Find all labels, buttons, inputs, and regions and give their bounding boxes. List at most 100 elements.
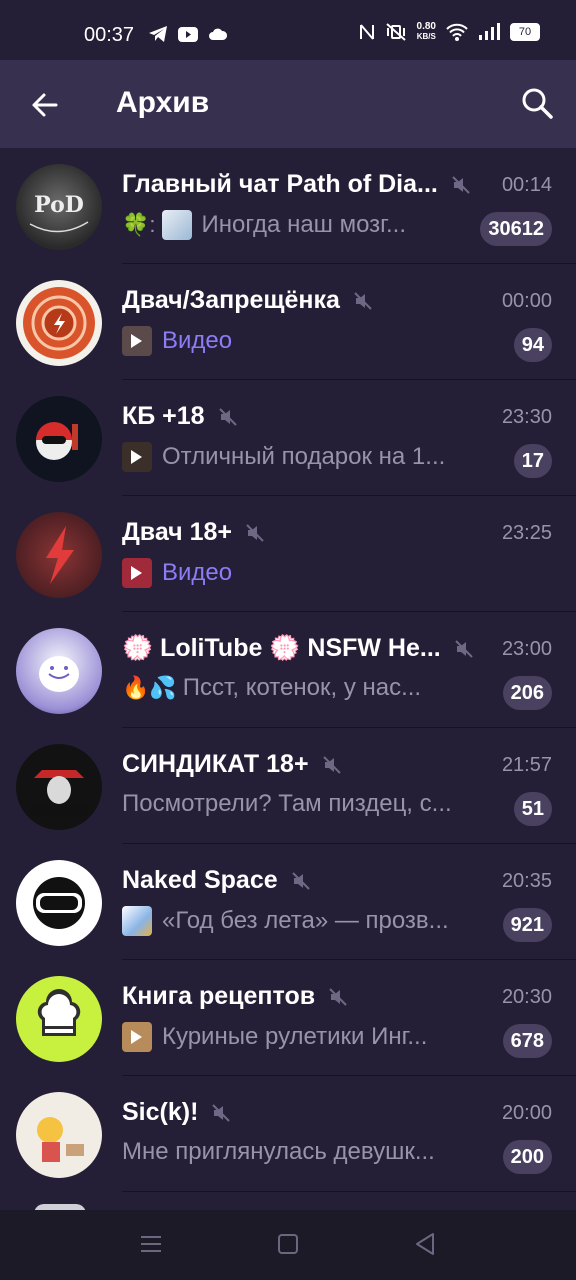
- chat-row[interactable]: Книга рецептов 20:30 Куриные рулетики Ин…: [0, 960, 576, 1076]
- network-speed-unit: KB/S: [416, 32, 436, 41]
- muted-icon: [291, 871, 310, 890]
- preview-text: Псст, котенок, у нас...: [182, 674, 422, 701]
- play-icon: [131, 566, 142, 580]
- chat-avatar: [16, 1092, 102, 1178]
- chat-avatar: [16, 280, 102, 366]
- chat-title: Двач 18+: [122, 518, 264, 547]
- chat-list: PoD Главный чат Path of Dia... 00:14 🍀: …: [0, 148, 576, 1192]
- search-icon[interactable]: [520, 86, 554, 120]
- chat-time: 23:30: [501, 406, 552, 428]
- unread-badge: 206: [502, 676, 552, 710]
- chat-avatar: [16, 396, 102, 482]
- chat-row[interactable]: PoD Главный чат Path of Dia... 00:14 🍀: …: [0, 148, 576, 264]
- chat-title-text: СИНДИКАТ 18+: [122, 750, 309, 778]
- dvach-18-logo-icon: [46, 526, 74, 584]
- chat-title: КБ +18: [122, 402, 237, 431]
- svg-text:PoD: PoD: [34, 192, 84, 218]
- chat-row[interactable]: 💮 LoliTube 💮 NSFW He... 23:00 🔥💦 Псст, к…: [0, 612, 576, 728]
- chat-title: 💮 LoliTube 💮 NSFW He...: [122, 634, 473, 663]
- muted-icon: [218, 407, 237, 426]
- preview-thumbnail: [122, 906, 152, 936]
- status-bar: 00:37 0.80 KB/S 70: [0, 0, 576, 60]
- chat-time: 21:57: [501, 754, 552, 776]
- chat-time: 20:35: [501, 870, 552, 892]
- sick-logo-icon: [37, 1117, 84, 1162]
- syndicate-logo-icon: [30, 770, 88, 816]
- chat-preview: Мне приглянулась девушк...: [122, 1138, 435, 1166]
- app-bar: Архив: [0, 60, 576, 148]
- chat-row[interactable]: Двач 18+ 23:25 Видео: [0, 496, 576, 612]
- chat-title: Двач/Запрещёнка: [122, 286, 372, 315]
- battery-indicator: 70: [510, 23, 540, 41]
- chat-title: СИНДИКАТ 18+: [122, 750, 341, 779]
- row-divider: [122, 1191, 576, 1192]
- unread-badge: 94: [513, 328, 552, 362]
- preview-thumbnail: [161, 210, 192, 240]
- pod-logo-icon: PoD: [29, 192, 89, 233]
- chat-avatar: [16, 512, 102, 598]
- unread-badge: 921: [502, 908, 552, 942]
- video-thumbnail: [122, 558, 152, 588]
- unread-badge: 200: [502, 1140, 552, 1174]
- chat-title-text: Главный чат Path of Dia...: [122, 170, 438, 198]
- network-speed: 0.80 KB/S: [417, 22, 436, 42]
- kb-logo-icon: [36, 422, 78, 460]
- preview-text: Видео: [162, 327, 233, 354]
- chat-time: 00:14: [501, 174, 552, 196]
- chat-preview: Видео: [122, 326, 232, 356]
- chat-preview: «Год без лета» — прозв...: [122, 906, 449, 936]
- preview-text: Отличный подарок на 1...: [162, 443, 446, 470]
- chat-time: 23:00: [501, 638, 552, 660]
- chat-preview: Куриные рулетики Инг...: [122, 1022, 427, 1052]
- chat-row[interactable]: СИНДИКАТ 18+ 21:57 Посмотрели? Там пизде…: [0, 728, 576, 844]
- back-arrow-icon[interactable]: [28, 88, 62, 122]
- chat-title-text: Naked Space: [122, 866, 278, 894]
- chat-title: Naked Space: [122, 866, 310, 895]
- chat-row[interactable]: Naked Space 20:35 «Год без лета» — прозв…: [0, 844, 576, 960]
- chat-avatar: [16, 628, 102, 714]
- preview-text: Посмотрели? Там пиздец, с...: [122, 790, 452, 817]
- muted-icon: [452, 175, 470, 194]
- chat-row[interactable]: КБ +18 23:30 Отличный подарок на 1... 17: [0, 380, 576, 496]
- chat-preview: Отличный подарок на 1...: [122, 442, 445, 472]
- muted-icon: [354, 291, 372, 310]
- menu-icon[interactable]: [140, 1234, 162, 1254]
- vibrate-mute-icon: [385, 23, 406, 41]
- chat-time: 00:00: [501, 290, 552, 312]
- video-thumbnail: [122, 326, 152, 356]
- chat-row[interactable]: Двач/Запрещёнка 00:00 Видео 94: [0, 264, 576, 380]
- play-icon: [131, 450, 142, 464]
- network-speed-value: 0.80: [416, 21, 436, 32]
- youtube-icon: [178, 26, 198, 42]
- wifi-icon: [446, 23, 468, 41]
- page-title: Архив: [116, 86, 210, 119]
- unread-badge: 678: [502, 1024, 552, 1058]
- preview-text: Мне приглянулась девушк...: [122, 1138, 435, 1165]
- chat-avatar: [16, 860, 102, 946]
- chat-avatar: PoD: [16, 164, 102, 250]
- chat-title-text: КБ +18: [122, 402, 205, 430]
- preview-prefix: 🔥💦: [122, 675, 177, 700]
- chat-row[interactable]: Sic(k)! 20:00 Мне приглянулась девушк...…: [0, 1076, 576, 1192]
- video-thumbnail: [122, 1022, 152, 1052]
- nav-back-icon[interactable]: [414, 1232, 436, 1256]
- preview-prefix: 🍀:: [122, 212, 156, 237]
- telegram-icon: [149, 26, 167, 42]
- chat-time: 20:30: [501, 986, 552, 1008]
- chat-preview: 🔥💦 Псст, котенок, у нас...: [122, 674, 421, 702]
- muted-icon: [455, 639, 473, 658]
- chat-title: Книга рецептов: [122, 982, 347, 1011]
- chat-preview: Посмотрели? Там пиздец, с...: [122, 790, 452, 818]
- preview-text: Куриные рулетики Инг...: [162, 1023, 428, 1050]
- unread-badge: 30612: [480, 212, 552, 246]
- chat-avatar: [16, 744, 102, 830]
- system-nav-bar: [0, 1210, 576, 1280]
- preview-text: Видео: [162, 559, 233, 586]
- home-icon[interactable]: [278, 1234, 298, 1254]
- preview-text: Иногда наш мозг...: [201, 211, 406, 238]
- chat-title: Главный чат Path of Dia...: [122, 170, 470, 199]
- naked-space-logo-icon: [33, 877, 85, 929]
- unread-badge: 17: [513, 444, 552, 478]
- chat-time: 20:00: [501, 1102, 552, 1124]
- chat-avatar: [16, 976, 102, 1062]
